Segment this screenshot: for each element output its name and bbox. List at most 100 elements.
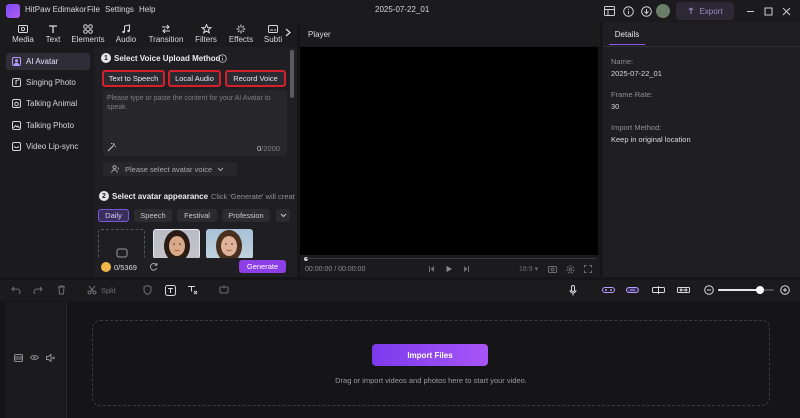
minimize-icon[interactable] xyxy=(742,3,758,19)
export-button[interactable]: Export xyxy=(676,2,734,20)
eye-icon[interactable] xyxy=(30,354,39,361)
microphone-icon[interactable] xyxy=(567,284,579,296)
user-avatar[interactable] xyxy=(656,4,670,18)
fullscreen-icon[interactable] xyxy=(584,265,592,273)
zoom-slider-fill xyxy=(718,289,760,291)
maximize-icon[interactable] xyxy=(760,3,776,19)
refresh-icon[interactable] xyxy=(149,262,158,271)
time-current: 00:00:00 xyxy=(305,266,333,273)
generate-button[interactable]: Generate xyxy=(239,260,286,273)
close-icon[interactable] xyxy=(778,3,794,19)
panel-scrollbar[interactable] xyxy=(290,50,294,98)
track-type-icon xyxy=(14,354,23,362)
tool-transition[interactable]: Transition xyxy=(146,22,186,47)
download-icon[interactable] xyxy=(638,3,654,19)
snapshot-icon[interactable] xyxy=(548,265,557,273)
link-tracks-icon[interactable] xyxy=(602,284,615,296)
player-time: 00:00:00 / 00:00:00 xyxy=(305,266,365,273)
drop-hint-text: Drag or import videos and photos here to… xyxy=(335,376,527,385)
tool-subtitles[interactable]: Subti xyxy=(262,22,284,47)
tool-audio[interactable]: Audio xyxy=(112,22,140,47)
undo-icon[interactable] xyxy=(10,284,22,296)
info-icon[interactable] xyxy=(620,3,636,19)
help-icon[interactable] xyxy=(218,54,227,63)
tool-label: Audio xyxy=(115,35,137,44)
text-icon xyxy=(49,25,57,33)
tool-elements[interactable]: Elements xyxy=(70,22,106,47)
tool-media[interactable]: Media xyxy=(8,22,38,47)
tab-details[interactable]: Details xyxy=(609,24,645,45)
sidebar-item-label: AI Avatar xyxy=(26,57,59,66)
avatar-portrait-image xyxy=(216,230,242,259)
zoom-in-icon[interactable] xyxy=(779,284,791,296)
menu-file[interactable]: File xyxy=(87,5,100,14)
more-tabs-button[interactable] xyxy=(276,209,290,222)
tab-festival[interactable]: Festival xyxy=(177,209,217,222)
tool-effects[interactable]: Effects xyxy=(226,22,256,47)
mute-icon[interactable] xyxy=(46,354,55,362)
play-icon[interactable] xyxy=(445,265,453,273)
effects-icon xyxy=(236,24,246,34)
text-to-speech-button[interactable]: Text to Speech xyxy=(102,70,165,87)
chevron-down-icon xyxy=(280,213,286,218)
voice-section-title: Select Voice Upload Method xyxy=(114,54,221,63)
sidebar-item-video-lip-sync[interactable]: Video Lip-sync xyxy=(6,138,90,155)
coin-icon xyxy=(101,262,111,272)
tab-speech[interactable]: Speech xyxy=(134,209,172,222)
char-limit: /2000 xyxy=(261,144,280,153)
tool-text[interactable]: Text xyxy=(41,22,65,47)
credits-total: /5369 xyxy=(118,263,137,272)
avatar-thumbnail[interactable] xyxy=(206,229,253,259)
remove-caption-icon[interactable] xyxy=(186,284,198,296)
sidebar-item-ai-avatar[interactable]: AI Avatar xyxy=(6,53,90,70)
subtitles-icon xyxy=(268,25,278,33)
text-frame-icon[interactable] xyxy=(164,284,176,296)
upload-avatar-slot[interactable] xyxy=(98,229,145,259)
record-voice-button[interactable]: Record Voice xyxy=(225,70,286,87)
import-files-button[interactable]: Import Files xyxy=(372,344,488,366)
zoom-slider-knob[interactable] xyxy=(756,286,764,294)
magnet-snap-icon[interactable] xyxy=(626,284,639,296)
local-audio-button[interactable]: Local Audio xyxy=(168,70,221,87)
sidebar-item-label: Talking Animal xyxy=(26,99,78,108)
sidebar-item-talking-animal[interactable]: Talking Animal xyxy=(6,95,90,112)
player-screen[interactable] xyxy=(300,47,598,255)
step-number: 2 xyxy=(99,191,109,201)
settings-icon[interactable] xyxy=(566,265,575,274)
layout-icon[interactable] xyxy=(601,3,617,19)
sidebar-item-singing-photo[interactable]: Singing Photo xyxy=(6,74,90,91)
delete-icon[interactable] xyxy=(55,284,67,296)
toolbar-next-icon[interactable] xyxy=(285,28,291,37)
split-track-icon[interactable] xyxy=(652,284,665,296)
zoom-slider[interactable] xyxy=(718,286,774,294)
tool-label: Filters xyxy=(195,35,217,44)
sidebar-item-label: Video Lip-sync xyxy=(26,142,79,151)
tab-profession[interactable]: Profession xyxy=(222,209,270,222)
menu-settings[interactable]: Settings xyxy=(105,5,134,14)
prev-frame-icon[interactable] xyxy=(428,265,436,273)
next-frame-icon[interactable] xyxy=(462,265,470,273)
magic-wand-icon[interactable] xyxy=(107,142,117,152)
import-method-value: Keep in original location xyxy=(611,135,691,144)
shield-icon[interactable] xyxy=(141,284,153,296)
split-label[interactable]: Split xyxy=(101,286,116,295)
crop-icon[interactable] xyxy=(218,284,230,296)
tool-filters[interactable]: Filters xyxy=(193,22,219,47)
aspect-ratio-select[interactable]: 16:9 ▾ xyxy=(519,265,538,273)
upload-icon xyxy=(116,248,127,258)
menu-help[interactable]: Help xyxy=(139,5,155,14)
scissors-icon[interactable] xyxy=(86,284,98,296)
sidebar-item-talking-photo[interactable]: Talking Photo xyxy=(6,117,90,134)
avatar-thumbnail[interactable] xyxy=(153,229,200,259)
ai-avatar-icon xyxy=(12,57,21,66)
player-progress-track[interactable] xyxy=(306,258,596,259)
details-divider xyxy=(603,46,800,47)
fit-timeline-icon[interactable] xyxy=(677,284,690,296)
voice-person-icon xyxy=(111,165,120,173)
tab-daily[interactable]: Daily xyxy=(98,209,129,222)
redo-icon[interactable] xyxy=(32,284,44,296)
lip-sync-icon xyxy=(12,142,21,151)
avatar-voice-select[interactable]: Please select avatar voice xyxy=(103,162,237,176)
zoom-out-icon[interactable] xyxy=(703,284,715,296)
transition-icon xyxy=(162,24,170,34)
